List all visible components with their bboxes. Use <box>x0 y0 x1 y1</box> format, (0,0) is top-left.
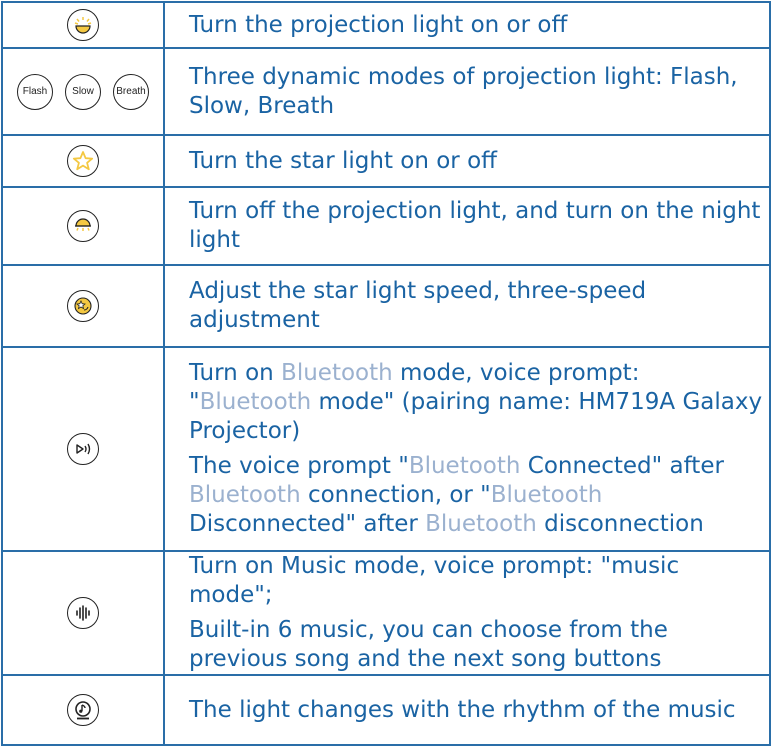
icon-cell <box>1 1 165 49</box>
music-wave-icon <box>67 597 99 629</box>
music-note-icon <box>67 694 99 726</box>
row-description: The light changes with the rhythm of the… <box>163 674 771 746</box>
night-light-icon <box>67 210 99 242</box>
text-segment: The voice prompt " <box>189 453 409 479</box>
table-row: Turn the star light on or off <box>1 134 771 188</box>
text-segment: connection, or " <box>300 482 491 508</box>
slow-button: Slow <box>65 73 101 110</box>
speed-icon <box>67 290 99 322</box>
description-paragraph: The voice prompt "Bluetooth Connected" a… <box>189 452 763 539</box>
row-description: Turn on Bluetooth mode, voice prompt: "B… <box>163 346 771 552</box>
row-description: Turn the star light on or off <box>163 134 771 188</box>
table-row: Turn on Bluetooth mode, voice prompt: "B… <box>1 346 771 552</box>
text-segment: disconnection <box>536 511 704 537</box>
icon-cell: Flash Slow Breath <box>1 47 165 136</box>
text-segment: Three dynamic modes of projection light:… <box>189 63 738 119</box>
row-description: Adjust the star light speed, three-speed… <box>163 264 771 348</box>
text-segment: Connected" after <box>520 453 724 479</box>
text-segment: Disconnected" after <box>189 511 426 537</box>
text-segment: Turn the star light on or off <box>189 147 497 174</box>
row-description: Three dynamic modes of projection light:… <box>163 47 771 136</box>
bluetooth-term: Bluetooth <box>425 511 537 537</box>
icon-cell <box>1 550 165 676</box>
description-paragraph: Turn on Bluetooth mode, voice prompt: "B… <box>189 359 763 446</box>
icon-cell <box>1 134 165 188</box>
table-row: Flash Slow Breath Three dynamic modes of p… <box>1 47 771 136</box>
row-description: Turn on Music mode, voice prompt: "music… <box>163 550 771 676</box>
bluetooth-term: Bluetooth <box>281 360 393 386</box>
text-segment: Built-in 6 music, you can choose from th… <box>189 617 668 672</box>
table-row: Turn the projection light on or off <box>1 1 771 49</box>
text-segment: Turn off the projection light, and turn … <box>189 198 761 253</box>
description-paragraph: Turn on Music mode, voice prompt: "music… <box>189 552 763 610</box>
text-segment: Turn the projection light on or off <box>189 11 568 38</box>
table-row: Turn on Music mode, voice prompt: "music… <box>1 550 771 676</box>
table-row: The light changes with the rhythm of the… <box>1 674 771 746</box>
bluetooth-term: Bluetooth <box>490 482 603 508</box>
function-table: Turn the projection light on or off Flas… <box>1 1 771 746</box>
icon-cell <box>1 264 165 348</box>
icon-cell <box>1 674 165 746</box>
star-icon <box>67 145 99 177</box>
text-segment: The light changes with the rhythm of the… <box>189 696 736 723</box>
projection-light-icon <box>67 9 99 41</box>
text-segment: Turn on Music mode, voice prompt: "music… <box>189 553 680 608</box>
breath-button: Breath <box>113 73 149 110</box>
table-row: Adjust the star light speed, three-speed… <box>1 264 771 348</box>
bluetooth-play-icon <box>67 433 99 465</box>
text-segment: Adjust the star light speed, three-speed… <box>189 278 647 333</box>
icon-cell <box>1 186 165 266</box>
bluetooth-term: Bluetooth <box>199 389 312 415</box>
row-description: Turn the projection light on or off <box>163 1 771 49</box>
bluetooth-term: Bluetooth <box>189 482 301 508</box>
bluetooth-term: Bluetooth <box>408 453 521 479</box>
row-description: Turn off the projection light, and turn … <box>163 186 771 266</box>
text-segment: Turn on <box>189 360 282 386</box>
description-paragraph: Built-in 6 music, you can choose from th… <box>189 616 763 674</box>
table-row: Turn off the projection light, and turn … <box>1 186 771 266</box>
flash-button: Flash <box>17 73 53 110</box>
icon-cell <box>1 346 165 552</box>
